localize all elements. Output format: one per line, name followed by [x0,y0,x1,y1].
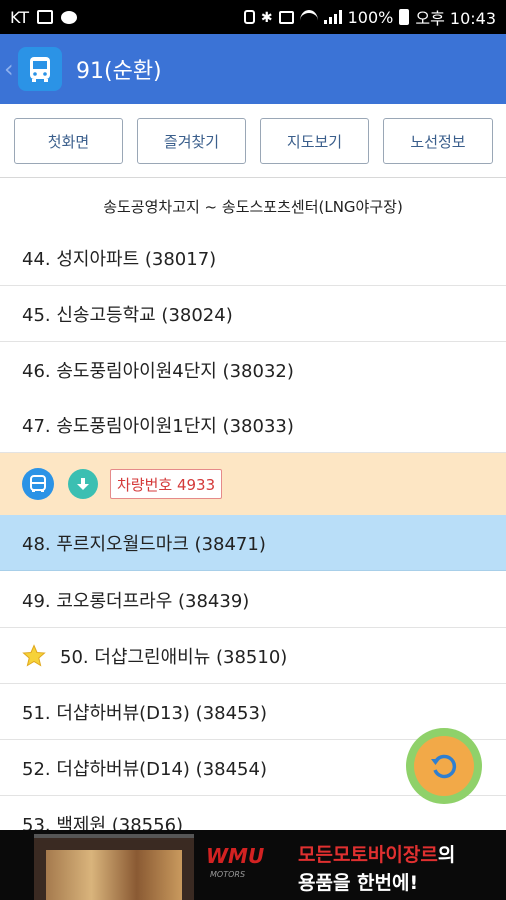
bluetooth-icon: ✱ [260,10,273,26]
chat-icon [61,10,78,24]
list-item-favorite[interactable]: 50. 더샵그린애비뉴 (38510) [0,628,506,684]
refresh-button[interactable] [406,728,482,804]
stop-label: 48. 푸르지오월드마크 (38471) [22,533,266,555]
stop-label: 51. 더샵하버뷰(D13) (38453) [22,702,267,724]
list-item[interactable]: 49. 코오롱더프라우 (38439) [0,572,506,628]
list-item[interactable]: 46. 송도풍림아이원4단지 (38032) [0,342,506,398]
ad-headline: 모든모토바이장르의 [298,840,455,867]
page-title: 91(순환) [76,59,162,84]
stop-label: 44. 성지아파트 (38017) [22,248,217,270]
stop-label: 46. 송도풍림아이원4단지 (38032) [22,360,294,382]
home-button[interactable]: 첫화면 [14,118,123,164]
battery-percent: 100% [347,7,394,27]
ad-headline-red: 모든모토바이장르 [298,844,438,866]
ad-brand-logo: WMU [206,844,265,868]
carrier-label: KT [10,7,30,27]
arrow-down-icon [68,469,98,499]
ad-store-image [34,834,194,900]
list-item[interactable]: 47. 송도풍림아이원1단지 (38033) [0,397,506,453]
list-item-current[interactable]: 48. 푸르지오월드마크 (38471) [0,515,506,571]
stop-label: 50. 더샵그린애비뉴 (38510) [60,646,288,668]
stop-label: 49. 코오롱더프라우 (38439) [22,590,250,612]
list-item[interactable]: 45. 신송고등학교 (38024) [0,286,506,342]
vehicle-plate-badge: 차량번호 4933 [110,469,223,499]
battery-icon [399,9,410,25]
favorites-button[interactable]: 즐겨찾기 [137,118,246,164]
toolbar: 첫화면 즐겨찾기 지도보기 노선정보 [0,104,506,178]
lock-icon [243,10,255,24]
vehicle-bus-icon [22,468,54,500]
app-bar: ‹ 91(순환) [0,34,506,104]
wifi-icon [299,10,318,24]
image-icon [37,10,54,24]
signal-icon [323,10,342,24]
status-bar: KT ✱ 100% 오후 10:43 [0,0,506,34]
route-info-button[interactable]: 노선정보 [383,118,493,164]
list-item[interactable]: 44. 성지아파트 (38017) [0,230,506,286]
stop-label: 52. 더샵하버뷰(D14) (38454) [22,758,267,780]
ad-subline: 용품을 한번에! [298,872,419,894]
star-icon[interactable] [22,643,46,668]
route-header: 송도공영차고지 ~ 송도스포츠센터(LNG야구장) [103,197,403,216]
stop-label: 45. 신송고등학교 (38024) [22,304,233,326]
refresh-icon [414,736,474,796]
stop-label: 47. 송도풍림아이원1단지 (38033) [22,415,294,437]
clock: 오후 10:43 [415,9,496,28]
nfc-icon [278,10,294,24]
map-button[interactable]: 지도보기 [260,118,369,164]
vehicle-row[interactable]: 차량번호 4933 [0,453,506,515]
back-chevron-icon[interactable]: ‹ [4,55,16,83]
ad-banner[interactable]: WMU MOTORS 모든모토바이장르의 용품을 한번에! [0,830,506,900]
ad-brand-sub: MOTORS [210,870,246,879]
bus-icon[interactable] [18,47,62,91]
ad-headline-white: 의 [437,844,456,866]
